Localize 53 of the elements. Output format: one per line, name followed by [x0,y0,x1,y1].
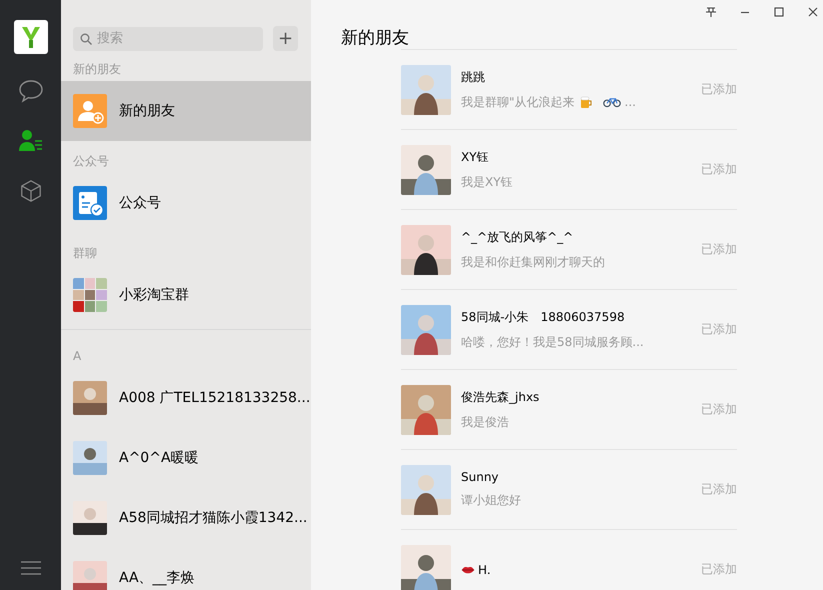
app-logo [14,20,48,54]
request-message: 哈喽，您好！我是58同城服务顾... [461,334,644,350]
contact-item[interactable]: 小彩淘宝群 [61,265,311,325]
section-header: A [72,348,82,365]
ellipsis-text: ... [624,95,636,109]
request-message: 我是XY钰 [461,174,513,190]
contact-item[interactable]: A^0^A暖暖 [61,428,311,488]
section-header: 公众号 [72,153,110,170]
contact-name: A008 广TEL15218133258... [119,389,310,407]
contact-name: 公众号 [119,194,161,212]
added-status: 已添加 [701,321,737,338]
added-status: 已添加 [701,241,737,258]
contact-name: 新的朋友 [119,102,175,120]
section-header: 新的朋友 [72,61,122,78]
contacts-icon[interactable] [18,129,44,153]
contact-name: AA、__李焕 [119,569,195,587]
request-message: 我是俊浩 [461,414,509,430]
maximize-icon[interactable] [773,6,785,18]
requester-name: Sunny [461,470,499,484]
contact-item[interactable]: AA、__李焕 [61,548,311,590]
new-friend-icon [73,94,107,128]
requester-name: XY钰 [461,148,489,166]
added-status: 已添加 [701,481,737,498]
requester-name: 58同城-小朱 18806037598 [461,308,625,326]
menu-icon[interactable] [20,561,40,575]
beer-icon [578,95,593,109]
added-status: 已添加 [701,161,737,178]
search-icon [80,32,92,44]
requester-name: H. [478,562,491,576]
contact-name: A^0^A暖暖 [119,449,199,467]
contact-name: A58同城招才猫陈小霞1342... [119,509,308,527]
page-title: 新的朋友 [341,27,409,49]
chat-icon[interactable] [18,79,44,103]
requester-name: ^_^放飞的风筝^_^ [461,228,574,246]
added-status: 已添加 [701,561,737,578]
pin-icon[interactable] [705,6,717,18]
contact-item[interactable]: 公众号 [61,173,311,233]
added-status: 已添加 [701,81,737,98]
section-header: 群聊 [72,245,98,262]
search-field[interactable]: 搜索 [73,26,263,50]
added-status: 已添加 [701,401,737,418]
requester-name: 俊浩先森_jhxs [461,388,540,406]
add-button[interactable]: + [273,26,298,51]
contact-item[interactable]: A008 广TEL15218133258... [61,368,311,428]
requester-name: 跳跳 [461,68,485,86]
contact-item[interactable]: 新的朋友 [61,81,311,141]
close-icon[interactable] [807,6,819,18]
request-message: 谭小姐您好 [461,492,521,509]
request-message: 我是群聊"从化浪起来 [461,94,575,110]
official-account-icon [73,186,107,220]
contact-item[interactable]: A58同城招才猫陈小霞1342... [61,488,311,548]
request-message: 我是和你赶集网刚才聊天的 [461,254,605,270]
contact-name: 小彩淘宝群 [119,286,189,304]
